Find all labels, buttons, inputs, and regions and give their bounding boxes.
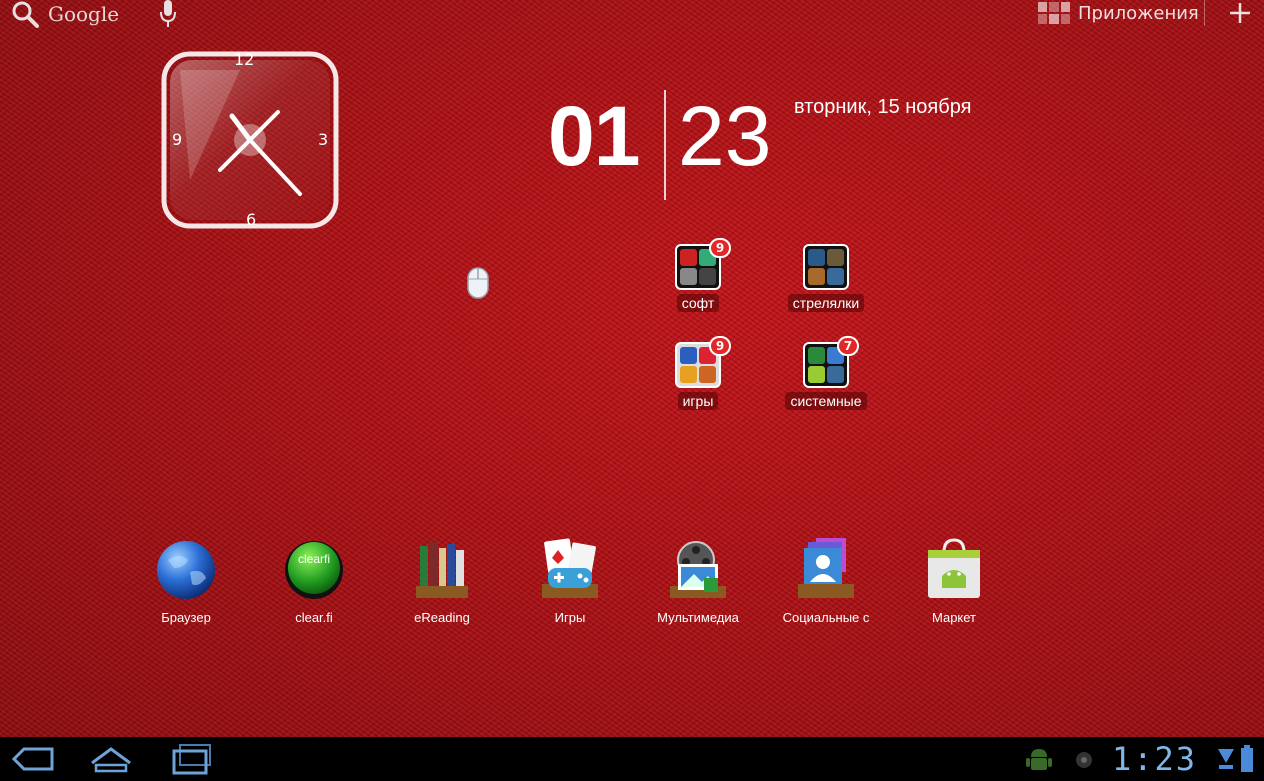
- globe-icon: [157, 541, 215, 599]
- market-icon: [928, 538, 980, 598]
- folder-icon: [803, 244, 849, 290]
- folder-icon: 9: [675, 238, 731, 290]
- clock-minutes: 23: [678, 89, 772, 183]
- folder-games[interactable]: 9 игры: [648, 336, 748, 410]
- android-debug-icon[interactable]: [1024, 745, 1054, 773]
- search-icon: [12, 1, 39, 28]
- app-label: clear.fi: [295, 610, 333, 625]
- app-label: Социальные с: [782, 610, 870, 625]
- notification-badge: 9: [709, 238, 731, 258]
- app-label: Игры: [554, 610, 586, 625]
- app-label: Мультимедиа: [657, 610, 739, 625]
- microphone-icon[interactable]: [158, 0, 178, 28]
- clearfi-logo-text: clearfi: [298, 552, 330, 566]
- all-apps-label: Приложения: [1078, 2, 1199, 24]
- app-clearfi[interactable]: clearfi clear.fi: [259, 538, 369, 625]
- notification-badge: 7: [837, 336, 859, 356]
- clock-numeral-6: 6: [246, 210, 257, 229]
- app-browser[interactable]: Браузер: [131, 538, 241, 625]
- books-icon: [416, 542, 468, 598]
- folder-label: системные: [785, 392, 867, 410]
- analog-clock-face: [161, 51, 339, 229]
- add-widget-icon[interactable]: [1228, 1, 1252, 25]
- app-label: Браузер: [161, 610, 211, 625]
- battery-icon: [1241, 745, 1253, 772]
- app-market[interactable]: Маркет: [899, 538, 1009, 625]
- recent-apps-icon[interactable]: [168, 743, 214, 775]
- clock-separator: [664, 90, 666, 200]
- back-icon[interactable]: [10, 743, 56, 775]
- folder-icon: 9: [675, 336, 731, 388]
- games-icon: [542, 538, 598, 598]
- mouse-icon: [467, 267, 489, 299]
- folder-icon: 7: [803, 336, 859, 388]
- home-icon[interactable]: [88, 743, 134, 775]
- folder-soft[interactable]: 9 софт: [648, 238, 748, 312]
- notification-badge: 9: [709, 336, 731, 356]
- app-label: Маркет: [931, 610, 977, 625]
- folder-label: стрелялки: [787, 294, 865, 312]
- all-apps-button[interactable]: Приложения: [1038, 0, 1199, 26]
- google-label: Google: [48, 2, 120, 26]
- apps-grid-icon: [1038, 2, 1070, 24]
- google-search-bar[interactable]: Google: [10, 0, 119, 28]
- folder-shooters[interactable]: стрелялки: [776, 244, 876, 312]
- wifi-signal-icon: [1218, 749, 1234, 769]
- folder-label: игры: [677, 392, 719, 410]
- app-ereading[interactable]: eReading: [387, 538, 497, 625]
- clock-numeral-12: 12: [234, 50, 255, 69]
- app-social[interactable]: Социальные с: [771, 538, 881, 625]
- app-label: eReading: [414, 610, 470, 625]
- clock-numeral-9: 9: [172, 130, 183, 149]
- topbar-divider: [1204, 0, 1205, 26]
- analog-clock-widget[interactable]: 12 3 6 9: [160, 50, 340, 230]
- clock-numeral-3: 3: [318, 130, 329, 149]
- multimedia-icon: [670, 541, 726, 598]
- clock-hours: 01: [548, 89, 640, 183]
- system-clock[interactable]: 1:23: [1112, 740, 1197, 778]
- app-games[interactable]: Игры: [515, 538, 625, 625]
- social-icon: [798, 538, 854, 598]
- app-multimedia[interactable]: Мультимедиа: [643, 538, 753, 625]
- clock-date: вторник, 15 ноября: [794, 96, 972, 118]
- system-bar: 1:23: [0, 737, 1264, 781]
- clearfi-icon: clearfi: [285, 541, 343, 599]
- folder-label: софт: [676, 294, 720, 312]
- folder-system[interactable]: 7 системные: [776, 336, 876, 410]
- usb-connection-icon: [1076, 752, 1092, 768]
